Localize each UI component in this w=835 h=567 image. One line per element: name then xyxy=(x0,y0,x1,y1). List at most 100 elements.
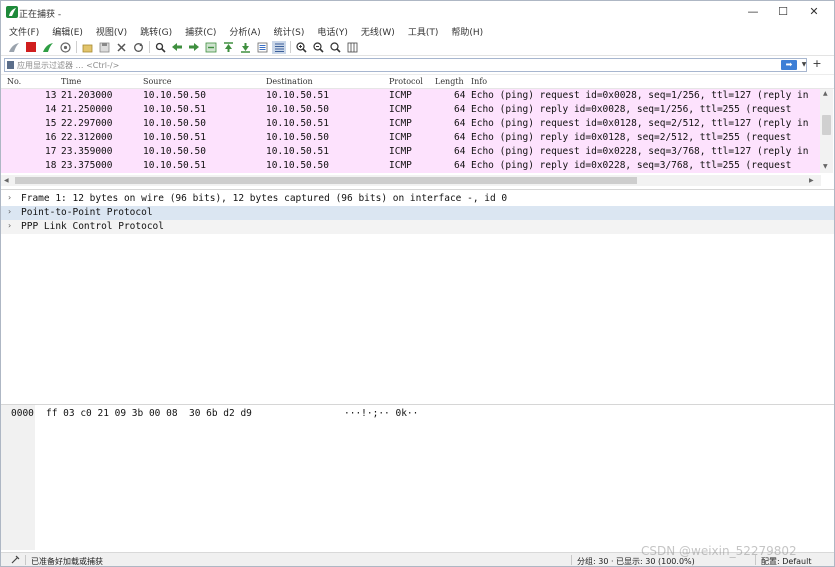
byte-offset: 0000 xyxy=(11,408,34,419)
colorize-icon[interactable] xyxy=(272,40,286,54)
menu-view[interactable]: 视图(V) xyxy=(96,25,127,38)
close-file-icon[interactable] xyxy=(114,41,128,54)
forward-icon[interactable] xyxy=(187,41,201,54)
wireshark-logo-icon xyxy=(6,6,18,18)
toolbar-separator xyxy=(290,41,291,53)
menu-help[interactable]: 帮助(H) xyxy=(451,25,483,38)
first-packet-icon[interactable] xyxy=(221,41,235,54)
zoom-in-icon[interactable] xyxy=(294,41,308,54)
stop-icon[interactable] xyxy=(24,41,38,54)
resize-columns-icon[interactable] xyxy=(345,41,359,54)
packet-list: No. Time Source Destination Protocol Len… xyxy=(1,74,834,189)
chevron-down-icon[interactable]: ▼ xyxy=(800,59,808,71)
apply-filter-button[interactable]: ➡ xyxy=(781,60,797,70)
packet-list-horizontal-scrollbar[interactable]: ◀ ▶ xyxy=(1,175,821,186)
autoscroll-icon[interactable] xyxy=(255,41,269,54)
chevron-right-icon[interactable]: › xyxy=(8,207,11,216)
packet-length: 64 xyxy=(454,104,466,115)
column-header-no[interactable]: No. xyxy=(7,77,21,86)
packet-time: 23.375000 xyxy=(61,160,113,171)
column-header-source[interactable]: Source xyxy=(143,77,172,86)
close-button[interactable]: ✕ xyxy=(802,4,826,20)
menu-statistics[interactable]: 统计(S) xyxy=(274,25,305,38)
packet-row[interactable]: 16 22.312000 10.10.50.51 10.10.50.50 ICM… xyxy=(1,131,821,145)
packet-no: 13 xyxy=(45,90,57,101)
packet-row[interactable]: 14 21.250000 10.10.50.51 10.10.50.50 ICM… xyxy=(1,103,821,117)
packet-time: 21.203000 xyxy=(61,90,113,101)
packet-row[interactable]: 18 23.375000 10.10.50.51 10.10.50.50 ICM… xyxy=(1,159,821,173)
toolbar-separator xyxy=(76,41,77,53)
menu-analyze[interactable]: 分析(A) xyxy=(229,25,260,38)
scrollbar-thumb[interactable] xyxy=(822,115,831,135)
chevron-right-icon[interactable]: › xyxy=(8,193,11,202)
reload-icon[interactable] xyxy=(131,41,145,54)
packet-destination: 10.10.50.50 xyxy=(266,132,329,143)
menu-go[interactable]: 跳转(G) xyxy=(140,25,172,38)
column-header-info[interactable]: Info xyxy=(471,77,487,86)
packet-no: 14 xyxy=(45,104,57,115)
column-header-destination[interactable]: Destination xyxy=(266,77,313,86)
restart-icon[interactable] xyxy=(41,41,55,54)
scroll-up-icon[interactable]: ▲ xyxy=(823,90,828,97)
scroll-down-icon[interactable]: ▼ xyxy=(823,163,828,170)
shark-fin-icon[interactable] xyxy=(7,41,21,54)
packet-no: 15 xyxy=(45,118,57,129)
packet-details-pane: › Frame 1: 12 bytes on wire (96 bits), 1… xyxy=(1,190,834,403)
packet-destination: 10.10.50.51 xyxy=(266,90,329,101)
last-packet-icon[interactable] xyxy=(238,41,252,54)
packet-protocol: ICMP xyxy=(389,90,412,101)
zoom-out-icon[interactable] xyxy=(311,41,325,54)
arrow-right-icon: ➡ xyxy=(785,60,793,69)
byte-ascii[interactable]: ···!·;·· 0k·· xyxy=(344,408,418,419)
packet-row[interactable]: 13 21.203000 10.10.50.50 10.10.50.51 ICM… xyxy=(1,89,821,103)
offset-column xyxy=(1,405,35,550)
find-icon[interactable] xyxy=(153,41,167,54)
save-icon[interactable] xyxy=(97,41,111,54)
detail-tree-item-frame[interactable]: › Frame 1: 12 bytes on wire (96 bits), 1… xyxy=(1,192,834,206)
scrollbar-thumb[interactable] xyxy=(15,177,637,184)
display-filter-input[interactable] xyxy=(17,59,777,71)
packet-info: Echo (ping) request id=0x0228, seq=3/768… xyxy=(471,146,809,157)
minimize-button[interactable]: — xyxy=(741,4,765,20)
back-icon[interactable] xyxy=(170,41,184,54)
packet-time: 22.312000 xyxy=(61,132,113,143)
scroll-right-icon[interactable]: ▶ xyxy=(809,177,814,184)
packet-source: 10.10.50.50 xyxy=(143,118,206,129)
detail-text: PPP Link Control Protocol xyxy=(21,221,164,232)
maximize-button[interactable]: ☐ xyxy=(771,4,795,20)
column-header-length[interactable]: Length xyxy=(435,77,464,86)
packet-row[interactable]: 17 23.359000 10.10.50.50 10.10.50.51 ICM… xyxy=(1,145,821,159)
packet-time: 21.250000 xyxy=(61,104,113,115)
menu-wireless[interactable]: 无线(W) xyxy=(361,25,395,38)
menu-file[interactable]: 文件(F) xyxy=(9,25,39,38)
go-to-icon[interactable] xyxy=(204,41,218,54)
packet-info: Echo (ping) reply id=0x0128, seq=2/512, … xyxy=(471,132,792,143)
open-icon[interactable] xyxy=(80,41,94,54)
filter-bookmark-icon[interactable] xyxy=(7,61,14,69)
menu-capture[interactable]: 捕获(C) xyxy=(185,25,216,38)
watermark-text: CSDN @weixin_52279802 xyxy=(641,544,797,558)
packet-row[interactable]: 15 22.297000 10.10.50.50 10.10.50.51 ICM… xyxy=(1,117,821,131)
packet-source: 10.10.50.50 xyxy=(143,146,206,157)
packet-length: 64 xyxy=(454,146,466,157)
expert-info-icon[interactable] xyxy=(11,555,20,566)
normal-size-icon[interactable] xyxy=(328,41,342,54)
add-filter-button[interactable]: + xyxy=(811,57,823,71)
column-header-protocol[interactable]: Protocol xyxy=(389,77,423,86)
menu-edit[interactable]: 编辑(E) xyxy=(52,25,83,38)
options-icon[interactable] xyxy=(58,41,72,54)
detail-tree-item-ppp[interactable]: › Point-to-Point Protocol xyxy=(1,206,834,220)
menu-tools[interactable]: 工具(T) xyxy=(408,25,439,38)
chevron-right-icon[interactable]: › xyxy=(8,221,11,230)
packet-no: 18 xyxy=(45,160,57,171)
menu-telephony[interactable]: 电话(Y) xyxy=(317,25,348,38)
packet-info: Echo (ping) request id=0x0028, seq=1/256… xyxy=(471,90,809,101)
byte-hex[interactable]: ff 03 c0 21 09 3b 00 08 30 6b d2 d9 xyxy=(46,408,252,419)
scroll-left-icon[interactable]: ◀ xyxy=(4,177,9,184)
wireshark-window: 正在捕获 - — ☐ ✕ 文件(F) 编辑(E) 视图(V) 跳转(G) 捕获(… xyxy=(0,0,835,567)
packet-source: 10.10.50.51 xyxy=(143,132,206,143)
detail-tree-item-lcp[interactable]: › PPP Link Control Protocol xyxy=(1,220,834,234)
packet-list-vertical-scrollbar[interactable]: ▲ ▼ xyxy=(820,89,833,173)
packet-info: Echo (ping) reply id=0x0028, seq=1/256, … xyxy=(471,104,792,115)
column-header-time[interactable]: Time xyxy=(61,77,81,86)
